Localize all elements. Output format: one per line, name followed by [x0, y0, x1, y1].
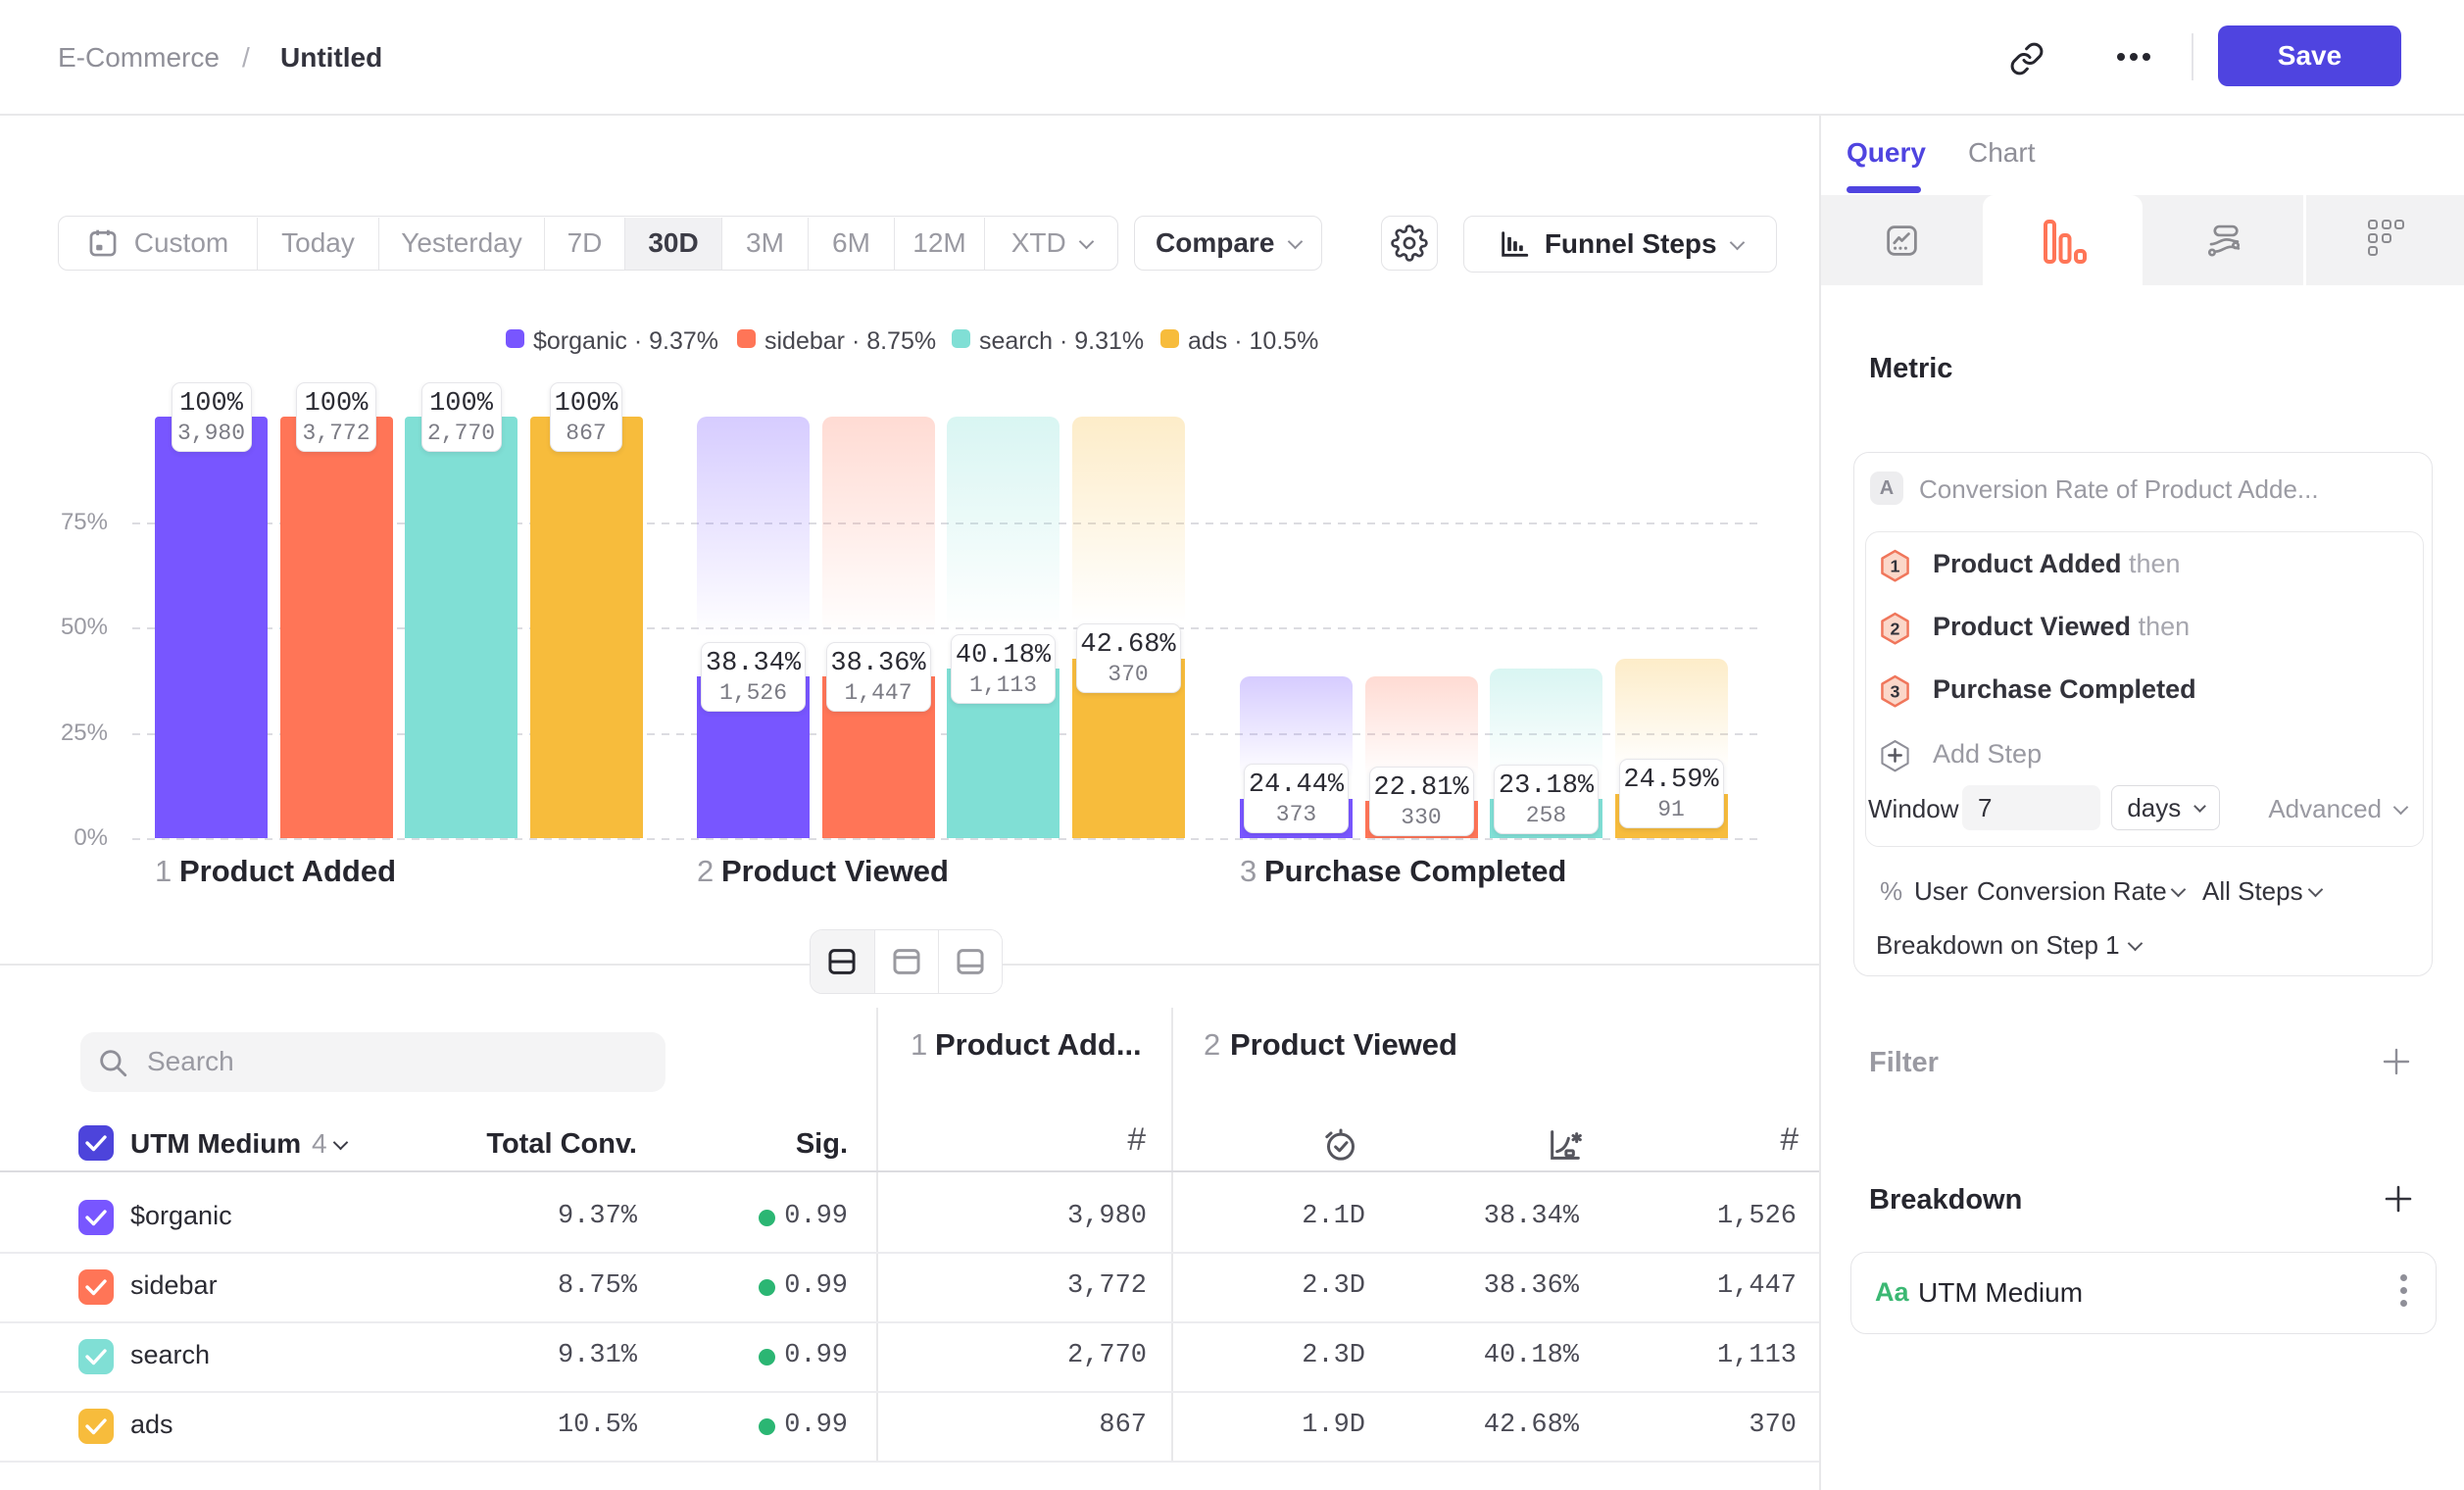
svg-text:1: 1 — [1891, 556, 1900, 575]
svg-text:2: 2 — [1891, 619, 1900, 638]
svg-text:3: 3 — [1891, 681, 1900, 701]
